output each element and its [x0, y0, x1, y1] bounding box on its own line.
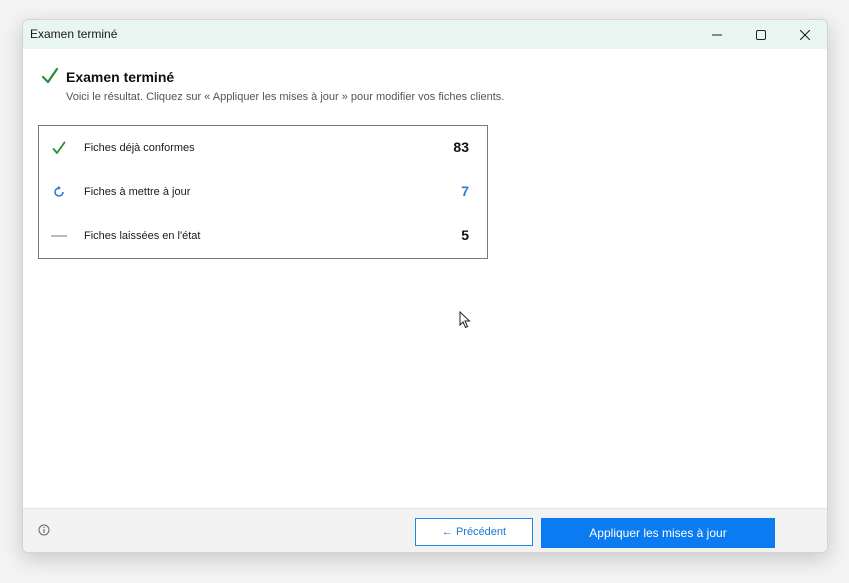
footer-bar: ← Précédent Appliquer les mises à jour: [23, 508, 827, 552]
dash-icon: [51, 228, 67, 244]
result-count: 7: [461, 183, 469, 199]
refresh-icon: [51, 184, 67, 200]
info-icon[interactable]: [38, 524, 50, 536]
check-icon: [51, 140, 67, 156]
result-row-compliant: Fiches déjà conformes 83: [39, 126, 487, 170]
results-panel: Fiches déjà conformes 83 Fiches à mettre…: [38, 125, 488, 259]
check-icon: [41, 67, 59, 84]
result-count: 83: [453, 139, 469, 155]
result-label: Fiches déjà conformes: [84, 142, 195, 154]
dialog-window: Examen terminé Examen terminé Voici le r…: [22, 19, 828, 553]
mouse-cursor-icon: [459, 311, 471, 329]
close-button[interactable]: [783, 20, 827, 49]
maximize-button[interactable]: [739, 20, 783, 49]
result-count: 5: [461, 227, 469, 243]
result-label: Fiches laissées en l'état: [84, 230, 201, 242]
page-subtitle: Voici le résultat. Cliquez sur « Appliqu…: [66, 91, 505, 103]
window-title: Examen terminé: [30, 27, 118, 41]
title-bar[interactable]: Examen terminé: [23, 20, 827, 49]
minimize-icon: [712, 34, 722, 35]
result-row-unchanged: Fiches laissées en l'état 5: [39, 214, 487, 258]
maximize-icon: [756, 29, 766, 40]
previous-button[interactable]: ← Précédent: [415, 518, 533, 546]
minimize-button[interactable]: [695, 20, 739, 49]
result-label: Fiches à mettre à jour: [84, 186, 191, 198]
apply-updates-button[interactable]: Appliquer les mises à jour: [541, 518, 775, 548]
result-row-to-update: Fiches à mettre à jour 7: [39, 170, 487, 214]
page-title: Examen terminé: [66, 69, 175, 85]
close-icon: [800, 29, 810, 40]
